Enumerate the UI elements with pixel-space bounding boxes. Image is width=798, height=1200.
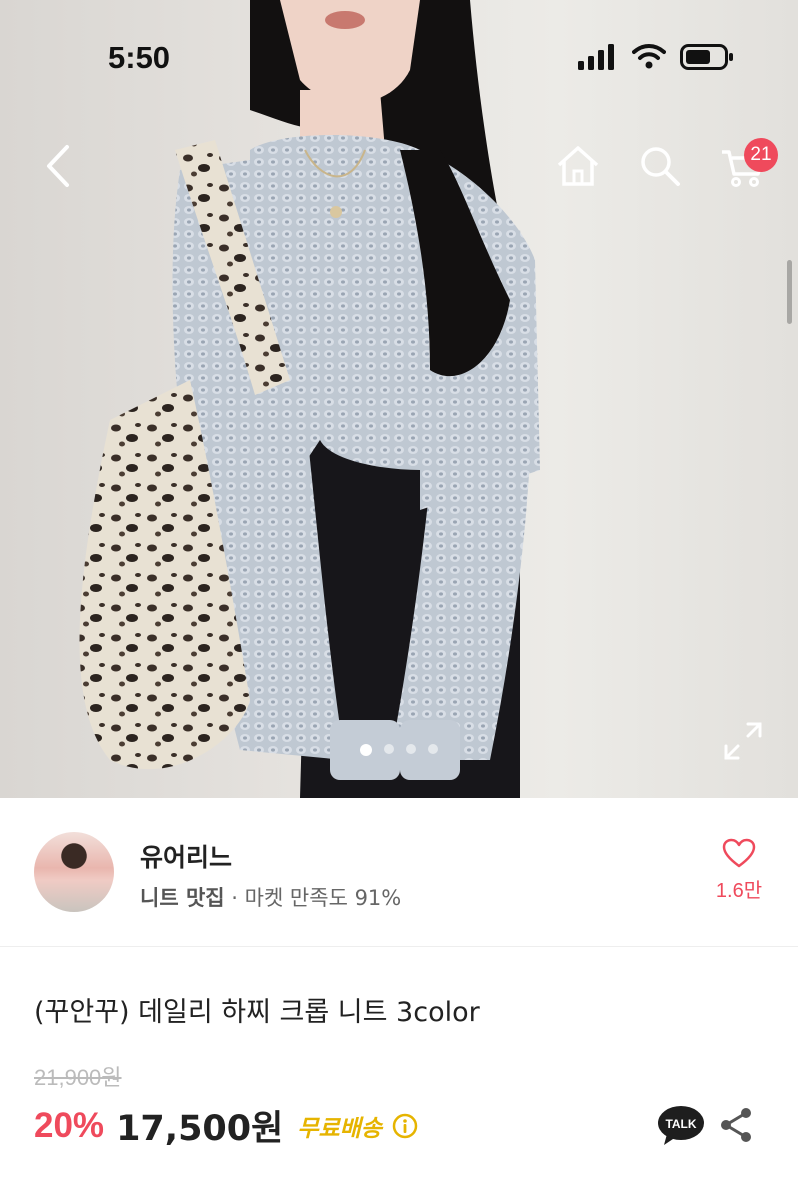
seller-info[interactable]: 유어리느 니트 맛집 · 마켓 만족도 91% 1.6만 — [0, 798, 798, 947]
battery-icon — [680, 44, 733, 70]
signal-icon — [578, 44, 614, 70]
search-button[interactable] — [630, 136, 690, 196]
info-icon[interactable] — [392, 1113, 418, 1139]
gallery-dot[interactable] — [406, 744, 416, 754]
product-title: (꾸안꾸) 데일리 하찌 크롭 니트 3color — [34, 997, 480, 1028]
gallery-dot[interactable] — [428, 744, 438, 754]
share-icon[interactable] — [718, 1106, 754, 1144]
seller-satisfaction: · 마켓 만족도 91% — [224, 886, 402, 910]
back-icon — [47, 145, 69, 187]
gallery-page-indicator — [0, 744, 798, 756]
talk-icon[interactable]: TALK — [657, 1104, 705, 1146]
top-navigation: 21 — [0, 120, 798, 210]
seller-meta: 니트 맛집 · 마켓 만족도 91% — [140, 882, 401, 912]
cart-count-badge: 21 — [744, 138, 778, 172]
seller-tag: 니트 맛집 — [140, 886, 225, 910]
talk-label: TALK — [665, 1117, 696, 1131]
cart-button[interactable]: 21 — [712, 136, 778, 196]
heart-icon — [722, 838, 756, 868]
seller-avatar[interactable] — [34, 832, 114, 912]
discount-rate: 20% — [34, 1105, 105, 1145]
wifi-icon — [632, 44, 666, 69]
back-button[interactable] — [28, 136, 88, 196]
expand-icon[interactable] — [722, 720, 764, 762]
product-image-gallery[interactable]: 5:50 21 — [0, 0, 798, 798]
status-time: 5:50 — [108, 40, 171, 75]
seller-name[interactable]: 유어리느 — [140, 838, 232, 874]
original-price: 21,900원 — [34, 1065, 122, 1090]
home-icon — [557, 146, 599, 186]
gallery-dot-active[interactable] — [360, 744, 372, 756]
search-icon — [641, 147, 680, 186]
sale-price: 17,500원 — [116, 1109, 284, 1149]
scroll-indicator — [787, 260, 792, 324]
like-button[interactable]: 1.6만 — [706, 838, 772, 903]
like-count: 1.6만 — [715, 880, 763, 902]
gallery-dot[interactable] — [384, 744, 394, 754]
home-button[interactable] — [548, 136, 608, 196]
free-shipping-label: 무료배송 — [297, 1115, 382, 1142]
status-bar: 5:50 — [0, 0, 798, 110]
price-row: 20% 17,500원 무료배송 — [34, 1100, 418, 1151]
